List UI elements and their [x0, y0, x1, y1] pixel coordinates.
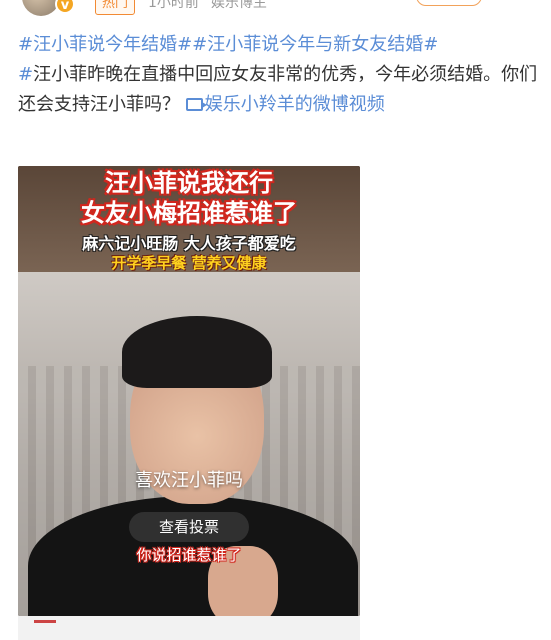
- video-link-label: 娱乐小羚羊的微博视频: [204, 94, 385, 115]
- video-footer: [18, 616, 360, 640]
- video-link-icon: [185, 98, 207, 111]
- post-time: 1小时前: [148, 0, 199, 11]
- follow-button[interactable]: [416, 0, 482, 6]
- poll-question: 喜欢汪小菲吗: [135, 470, 243, 491]
- video-player[interactable]: 汪小菲说我还行 女友小梅招谁惹谁了 麻六记小旺肠 大人孩子都爱吃 开学季早餐 营…: [18, 166, 360, 616]
- hashtag-mark: #: [18, 64, 34, 85]
- hashtag-link[interactable]: #汪小菲说今年与新女友结婚#: [192, 34, 438, 55]
- hashtag-link[interactable]: #汪小菲说今年结婚#: [18, 34, 192, 55]
- video-link[interactable]: 娱乐小羚羊的微博视频: [185, 94, 385, 115]
- verified-badge-icon: v: [55, 0, 75, 14]
- post-text: #汪小菲说今年结婚##汪小菲说今年与新女友结婚# #汪小菲昨晚在直播中回应女友非常…: [18, 30, 538, 120]
- video-title-line2: 女友小梅招谁惹谁了: [81, 199, 297, 227]
- author-role: 娱乐博主: [210, 0, 267, 11]
- person-hair: [122, 316, 272, 388]
- video-caption: 你说招谁惹谁了: [136, 546, 242, 564]
- ad-line2: 开学季早餐 营养又健康: [111, 254, 267, 272]
- hot-badge: 热门: [95, 0, 136, 15]
- post-header: v 热门 1小时前 娱乐博主: [0, 0, 551, 22]
- view-poll-button[interactable]: 查看投票: [129, 512, 249, 542]
- ad-line1: 麻六记小旺肠 大人孩子都爱吃: [82, 234, 296, 253]
- video-title-line1: 汪小菲说我还行: [105, 169, 273, 197]
- progress-icon: [34, 620, 56, 623]
- post-meta: 1小时前 娱乐博主: [148, 0, 267, 13]
